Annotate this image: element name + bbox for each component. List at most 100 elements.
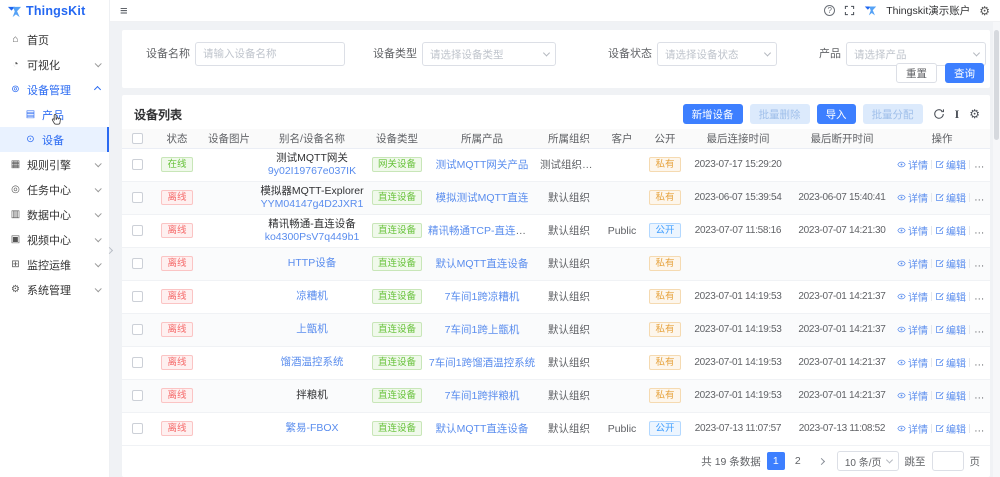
row-action-edit[interactable]: 编辑 <box>935 388 966 403</box>
import-button[interactable]: 导入 <box>816 104 856 124</box>
device-name[interactable]: 馏酒温控系统 <box>258 356 366 369</box>
row-select-cell <box>122 247 152 281</box>
batch-assign-button[interactable]: 批量分配 <box>862 104 923 124</box>
product-link[interactable]: 7车间1跨上甑机 <box>445 324 520 336</box>
edit-icon <box>935 424 944 433</box>
device-name-cell: 拌粮机 <box>256 379 368 413</box>
product-link[interactable]: 7车间1跨馏酒温控系统 <box>429 357 535 369</box>
sidebar-item-monitor-ops[interactable]: ⊞ 监控运维 <box>0 252 109 277</box>
row-action-edit[interactable]: 编辑 <box>935 421 966 436</box>
row-action-detail[interactable]: 详情 <box>897 256 928 271</box>
table-header-row: 状态 设备图片 别名/设备名称 设备类型 所属产品 所属组织 客户 公开 最后连接时间 最后断开时… <box>122 129 990 149</box>
edit-icon <box>935 325 944 334</box>
row-action-detail[interactable]: 详情 <box>897 388 928 403</box>
page-button-2[interactable]: 2 <box>789 452 807 470</box>
row-checkbox[interactable] <box>131 324 143 336</box>
row-action-edit[interactable]: 编辑 <box>935 289 966 304</box>
row-action-detail[interactable]: 详情 <box>897 190 928 205</box>
help-icon[interactable]: ? <box>824 5 836 16</box>
row-checkbox[interactable] <box>131 390 143 402</box>
row-action-edit[interactable]: 编辑 <box>935 355 966 370</box>
product-link[interactable]: 默认MQTT直连设备 <box>436 258 529 270</box>
page-button-1[interactable]: 1 <box>766 452 785 470</box>
row-checkbox[interactable] <box>131 258 143 270</box>
scrollbar-thumb[interactable] <box>994 30 999 140</box>
data-center-icon: ▥ <box>10 209 21 220</box>
sidebar-item-device-management[interactable]: ⊚ 设备管理 <box>0 77 109 102</box>
device-id[interactable]: ko4300PsV7q449b1 <box>258 231 366 244</box>
app-logo[interactable]: ThingsKit <box>0 0 109 22</box>
product-link[interactable]: 默认MQTT直连设备 <box>436 423 529 435</box>
device-type-badge: 直连设备 <box>371 388 422 403</box>
query-button[interactable]: 查询 <box>945 63 984 83</box>
device-name[interactable]: 繁易-FBOX <box>258 422 366 435</box>
page-scrollbar[interactable] <box>993 22 1000 477</box>
device-name-cell: 模拟器MQTT-Explorer YYM04147g4D2JXR1 <box>256 181 368 215</box>
add-device-button[interactable]: 新增设备 <box>682 104 743 124</box>
row-action-edit[interactable]: 编辑 <box>935 190 966 205</box>
header-checkbox[interactable] <box>131 132 143 144</box>
status-cell: 离线 <box>152 280 202 314</box>
sidebar-item-device[interactable]: ⊙ 设备 <box>0 127 109 152</box>
row-action-detail[interactable]: 详情 <box>897 223 928 238</box>
column-height-icon[interactable]: I <box>955 108 960 120</box>
product-link[interactable]: 精讯畅通TCP-直连设备 <box>428 225 537 237</box>
customer-cell <box>600 379 644 413</box>
product-link[interactable]: 7车间1跨拌粮机 <box>445 390 520 402</box>
batch-delete-button[interactable]: 批量删除 <box>749 104 810 124</box>
row-action-edit[interactable]: 编辑 <box>935 157 966 172</box>
pagination: 共 19 条数据 12 10 条/页 跳至 页 <box>701 451 980 471</box>
product-cell: 7车间1跨拌粮机 <box>426 379 538 413</box>
account-name[interactable]: Thingskit演示账户 <box>886 3 970 18</box>
device-name[interactable]: HTTP设备 <box>258 257 366 270</box>
sidebar-item-rule-engine[interactable]: ▦ 规则引擎 <box>0 152 109 177</box>
settings-gear-icon[interactable]: ⚙ <box>979 5 990 17</box>
row-action-detail[interactable]: 详情 <box>897 322 928 337</box>
org-cell: 默认组织 <box>538 247 600 281</box>
thingskit-logo-icon <box>7 4 22 19</box>
sidebar-item-data-center[interactable]: ▥ 数据中心 <box>0 202 109 227</box>
row-checkbox[interactable] <box>131 192 143 204</box>
row-checkbox[interactable] <box>131 225 143 237</box>
product-link[interactable]: 7车间1跨凉糟机 <box>445 291 520 303</box>
table-settings-icon[interactable]: ⚙ <box>969 108 980 120</box>
next-page-button[interactable] <box>813 452 831 470</box>
refresh-icon[interactable] <box>933 108 945 120</box>
device-name[interactable]: 上甑机 <box>258 323 366 336</box>
sidebar-item-label: 产品 <box>42 109 64 122</box>
fullscreen-icon[interactable] <box>844 5 855 16</box>
sidebar-item-visualization[interactable]: ◔ 可视化 <box>0 52 109 77</box>
row-action-edit[interactable]: 编辑 <box>935 256 966 271</box>
actions-cell: 详情编辑更多 <box>894 280 990 314</box>
product-link[interactable]: 测试MQTT网关产品 <box>436 159 529 171</box>
row-action-detail[interactable]: 详情 <box>897 289 928 304</box>
product-link[interactable]: 模拟测试MQTT直连 <box>436 192 529 204</box>
device-id[interactable]: YYM04147g4D2JXR1 <box>258 198 366 211</box>
row-action-edit[interactable]: 编辑 <box>935 322 966 337</box>
reset-button[interactable]: 重置 <box>896 63 937 83</box>
device-id[interactable]: 9y02I19767e037IK <box>258 165 366 178</box>
row-action-detail[interactable]: 详情 <box>897 355 928 370</box>
sidebar-item-product[interactable]: ▤ 产品 <box>0 102 109 127</box>
sidebar-item-video-center[interactable]: ▣ 视频中心 <box>0 227 109 252</box>
sidebar-item-system-management[interactable]: ⚙ 系统管理 <box>0 277 109 302</box>
device-type-select[interactable]: 请选择设备类型 <box>422 42 556 66</box>
device-name[interactable]: 凉糟机 <box>258 290 366 303</box>
device-name-cell: 繁易-FBOX <box>256 412 368 446</box>
page-size-select[interactable]: 10 条/页 <box>836 451 899 471</box>
account-avatar[interactable] <box>864 4 877 17</box>
jump-page-input[interactable] <box>931 451 964 471</box>
sidebar-item-task-center[interactable]: ◎ 任务中心 <box>0 177 109 202</box>
row-checkbox[interactable] <box>131 159 143 171</box>
row-action-edit[interactable]: 编辑 <box>935 223 966 238</box>
row-action-detail[interactable]: 详情 <box>897 421 928 436</box>
table-row: 离线 馏酒温控系统 直连设备 7车间1跨馏酒温控系统 默认组织 私有 2023-07-01 … <box>122 346 990 380</box>
row-checkbox[interactable] <box>131 291 143 303</box>
row-checkbox[interactable] <box>131 423 143 435</box>
sidebar-item-home[interactable]: ⌂ 首页 <box>0 27 109 52</box>
row-action-detail[interactable]: 详情 <box>897 157 928 172</box>
row-checkbox[interactable] <box>131 357 143 369</box>
device-status-select[interactable]: 请选择设备状态 <box>657 42 777 66</box>
device-name-input[interactable] <box>195 42 345 66</box>
collapse-menu-icon[interactable]: ≡ <box>120 4 128 17</box>
